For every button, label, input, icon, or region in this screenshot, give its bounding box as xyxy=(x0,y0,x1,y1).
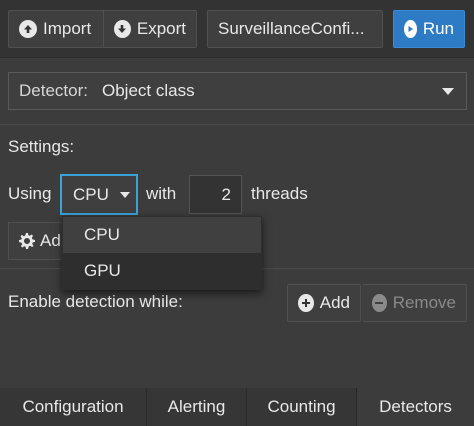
add-settings-label: Ad xyxy=(40,231,61,250)
dropdown-option-cpu[interactable]: CPU xyxy=(63,217,261,253)
threads-input[interactable]: 2 xyxy=(189,175,242,214)
tab-alerting[interactable]: Alerting xyxy=(147,388,247,426)
minus-icon xyxy=(372,294,387,312)
chevron-down-icon xyxy=(119,191,130,198)
tab-counting[interactable]: Counting xyxy=(247,388,357,426)
import-label: Import xyxy=(43,19,92,38)
remove-condition-label: Remove xyxy=(392,293,456,312)
toolbar: Import Export SurveillanceConfi... Run xyxy=(0,0,474,58)
config-name-label: SurveillanceConfi... xyxy=(218,19,365,38)
with-label: with xyxy=(146,184,177,203)
using-label-row: Using xyxy=(8,174,51,214)
add-condition-button[interactable]: Add xyxy=(287,284,361,322)
gear-icon xyxy=(19,233,35,249)
tab-configuration[interactable]: Configuration xyxy=(0,388,147,426)
divider xyxy=(0,124,474,125)
tab-detectors[interactable]: Detectors xyxy=(357,388,474,426)
download-icon xyxy=(114,20,131,38)
device-value: CPU xyxy=(73,184,109,204)
export-label: Export xyxy=(136,19,186,38)
enable-detection-label: Enable detection while: xyxy=(8,292,183,311)
run-label: Run xyxy=(422,19,454,38)
device-select[interactable]: CPU xyxy=(60,174,138,215)
dropdown-option-gpu[interactable]: GPU xyxy=(63,253,261,289)
export-button[interactable]: Export xyxy=(104,10,197,48)
bottom-tabs: Configuration Alerting Counting Detector… xyxy=(0,388,474,426)
run-button[interactable]: Run xyxy=(393,10,465,48)
upload-icon xyxy=(19,20,37,38)
remove-condition-button[interactable]: Remove xyxy=(362,284,467,322)
using-label: Using xyxy=(8,184,52,203)
import-button[interactable]: Import xyxy=(8,10,104,48)
play-icon xyxy=(404,20,417,38)
chevron-down-icon xyxy=(442,87,454,95)
plus-icon xyxy=(298,294,314,312)
detector-value: Object class xyxy=(101,81,195,100)
detector-label: Detector: xyxy=(19,81,88,100)
config-name-button[interactable]: SurveillanceConfi... xyxy=(207,10,383,48)
settings-heading: Settings: xyxy=(8,137,75,156)
threads-label: threads xyxy=(251,184,308,203)
device-dropdown-menu: CPU GPU xyxy=(62,216,262,290)
detector-select[interactable]: Detector: Object class xyxy=(8,72,467,110)
add-condition-label: Add xyxy=(319,293,350,312)
